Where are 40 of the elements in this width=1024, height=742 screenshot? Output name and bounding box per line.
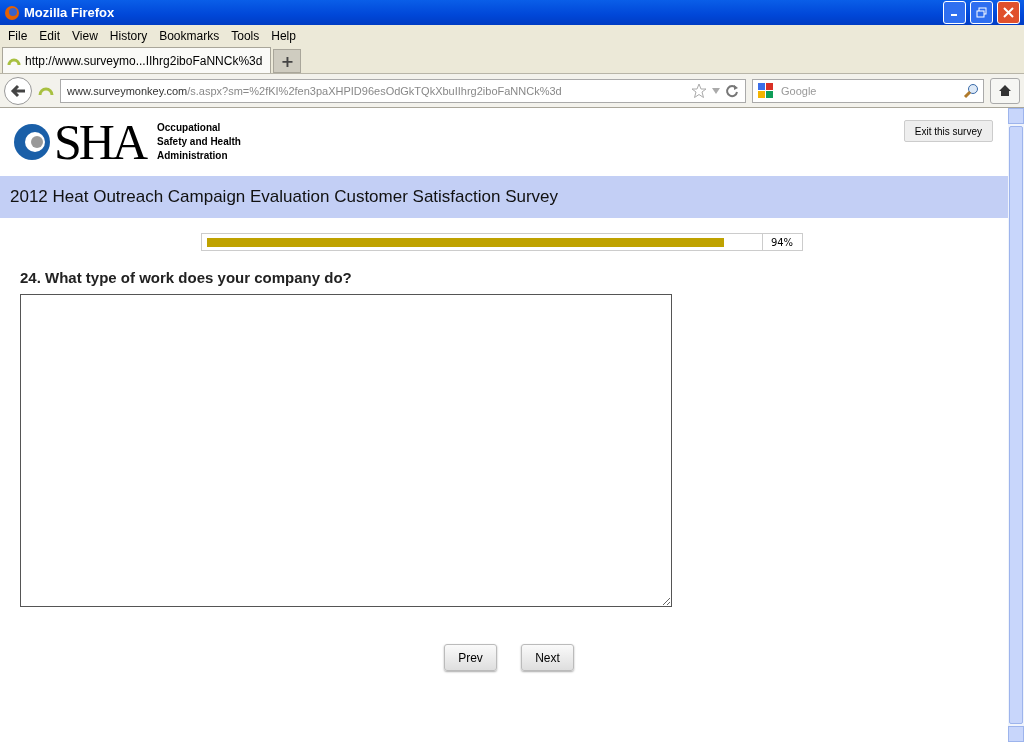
loading-icon (38, 85, 54, 96)
minimize-button[interactable] (943, 1, 966, 24)
reload-icon[interactable] (725, 83, 739, 98)
search-icon[interactable] (963, 82, 979, 99)
nav-button[interactable]: Prev (444, 644, 497, 671)
back-button[interactable] (4, 76, 32, 105)
agency-name: Occupational (157, 121, 222, 135)
menu-item[interactable]: History (103, 28, 154, 43)
question-text: 24. What type of work does your company do? (20, 269, 353, 286)
menu-item[interactable]: Edit (33, 28, 67, 43)
home-icon[interactable] (998, 84, 1012, 97)
home-button[interactable] (990, 77, 1020, 104)
search-engine-icon[interactable] (757, 81, 775, 100)
menu-item[interactable]: Bookmarks (153, 28, 226, 43)
restore-button[interactable] (970, 1, 993, 24)
restore-icon[interactable] (976, 7, 987, 18)
back-arrow-icon[interactable] (10, 83, 26, 98)
menu-item[interactable]: View (66, 28, 104, 43)
menu-item[interactable]: Help (265, 28, 302, 43)
firefox-icon (4, 4, 20, 21)
agency-name: Safety and Health (157, 135, 241, 149)
close-icon[interactable] (1003, 7, 1014, 18)
window-title: Mozilla Firefox (24, 5, 116, 20)
menu-item[interactable]: Tools (225, 28, 266, 43)
agency-name: Administration (157, 149, 229, 163)
browser-tab[interactable]: http://www.surveymo...IIhrg2iboFaNNCk%3d (2, 47, 272, 73)
nav-button[interactable]: Next (521, 644, 574, 671)
search-bar[interactable]: Google (752, 78, 984, 103)
new-tab-button[interactable]: + (273, 49, 302, 73)
osha-logo: SHA (10, 117, 146, 167)
survey-title: 2012 Heat Outreach Campaign Evaluation Customer Satisfaction Survey (10, 187, 559, 207)
address-bar[interactable]: www.surveymonkey.com/s.aspx?sm=%2fKI%2fen3paXHPID96esOdGkTQkXbuIIhrg2iboFaNNCk%3d (60, 78, 746, 103)
url-host: www.surveymonkey.com (67, 84, 188, 97)
star-icon[interactable] (691, 82, 707, 99)
menu-item[interactable]: File (2, 28, 34, 43)
dropdown-icon[interactable] (711, 86, 721, 95)
close-button[interactable] (997, 1, 1020, 24)
exit-survey-button[interactable]: Exit this survey (903, 120, 993, 142)
url-path: /s.aspx?sm=%2fKI%2fen3paXHPID96esOdGkTQkXbuIIhrg2iboFaNNCk%3d (187, 84, 563, 97)
progress-reading: 94% (762, 233, 803, 251)
